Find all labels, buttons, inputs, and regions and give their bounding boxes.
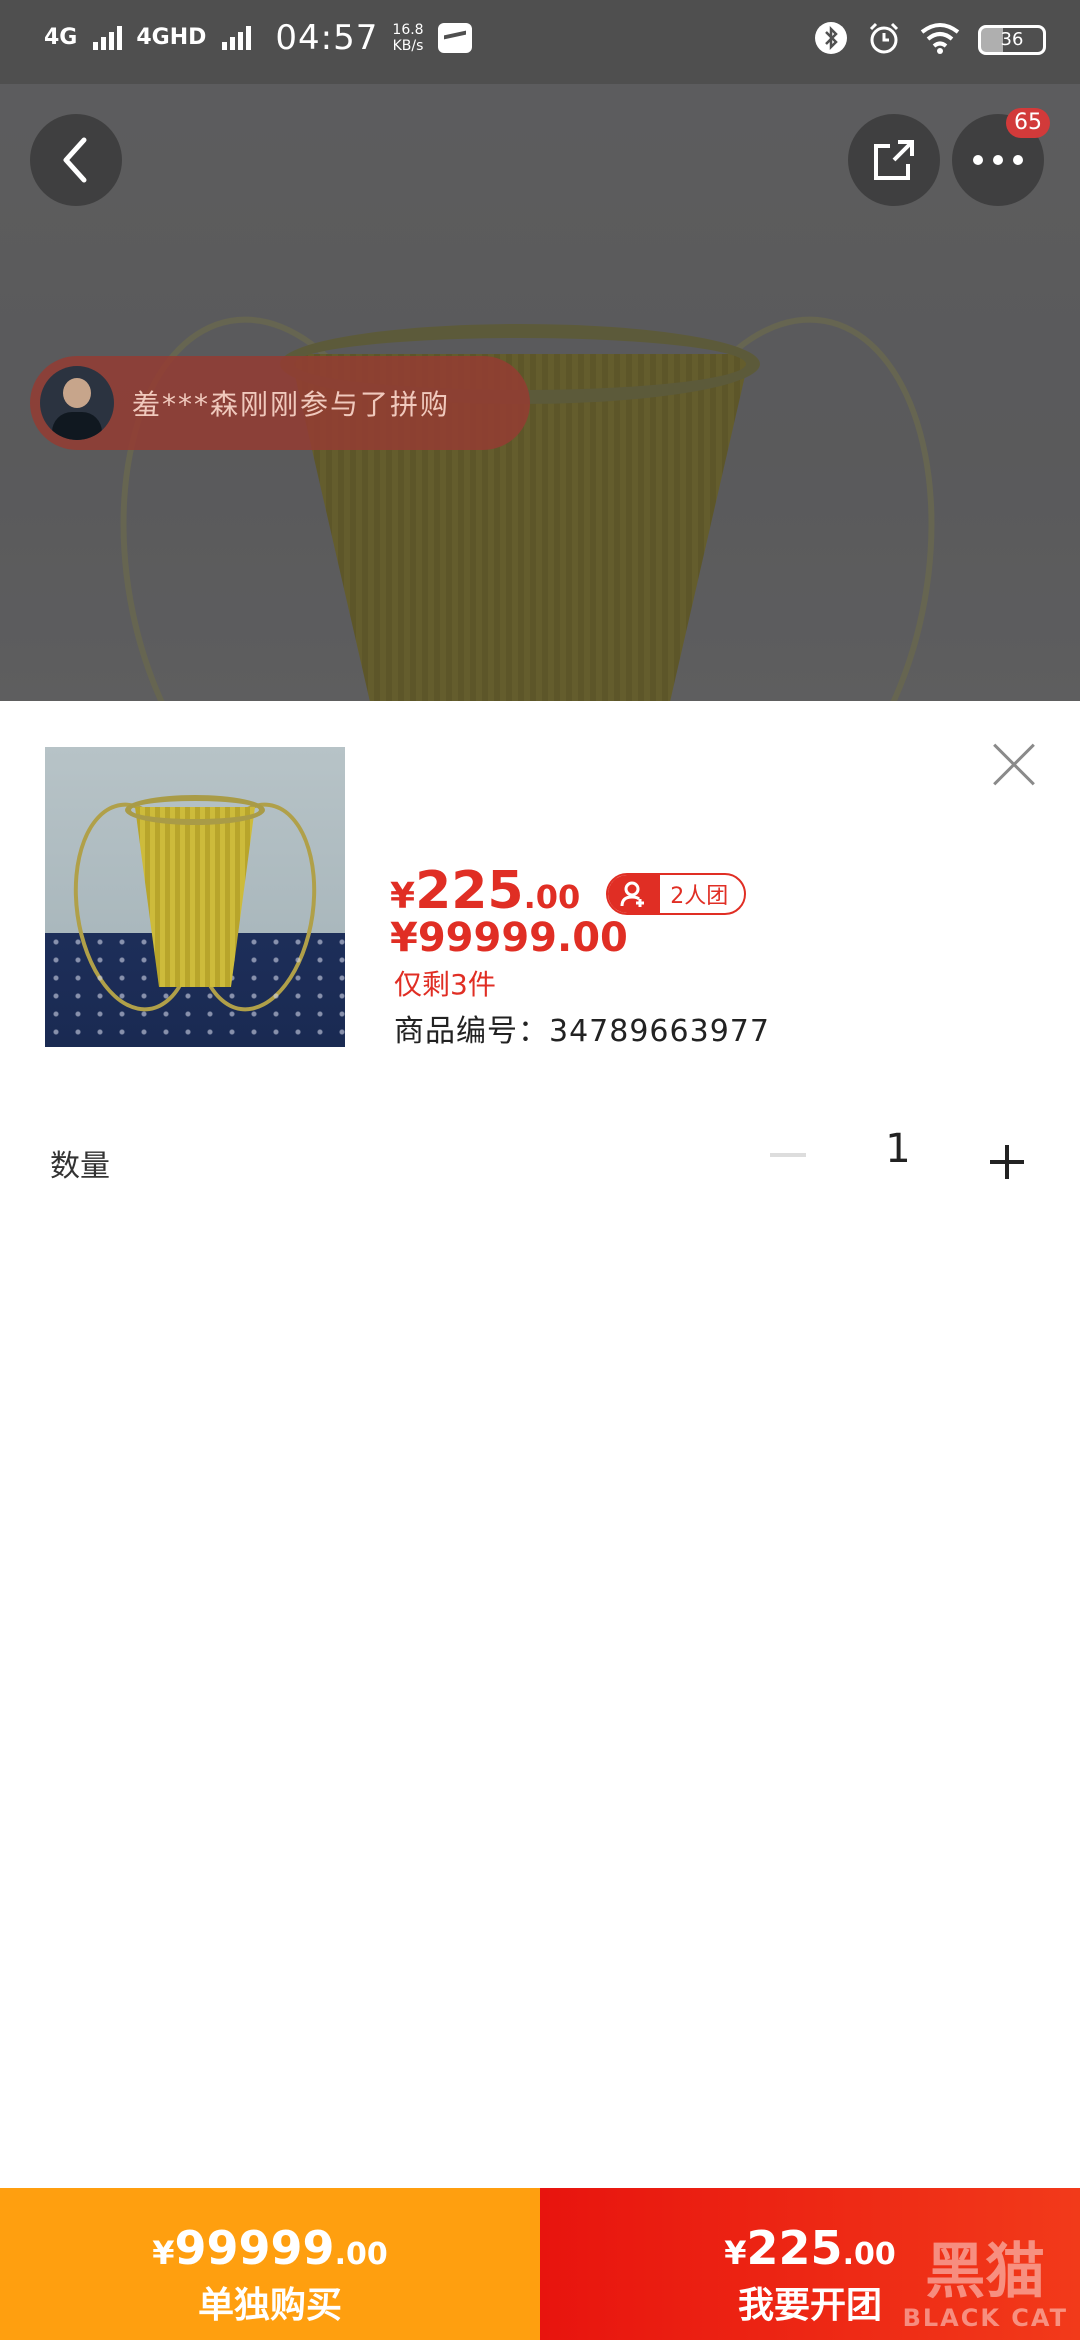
share-button[interactable] <box>848 114 940 206</box>
network-4g-label: 4G <box>44 25 78 50</box>
solo-price: ¥99999.00 <box>152 2221 388 2275</box>
battery-level: 36 <box>1000 29 1024 50</box>
purchase-bar: ¥99999.00 单独购买 ¥225.00 我要开团 黑猫 BLACK CAT <box>0 2188 1080 2340</box>
quantity-decrease-button[interactable] <box>770 1153 806 1157</box>
product-thumbnail <box>45 747 345 1047</box>
thumb-basket-rim <box>125 795 265 825</box>
battery-icon: 36 <box>978 25 1046 55</box>
quantity-increase-button[interactable] <box>990 1145 1024 1179</box>
group-join-notice: 羞***森刚刚参与了拼购 <box>30 356 530 450</box>
more-button[interactable]: 65 <box>952 108 1050 206</box>
sku-selector-sheet: ¥225.00 2人团 ¥99999.00 仅剩3件 商品编号：34789663… <box>0 701 1080 2188</box>
signal-icon-2 <box>222 26 252 50</box>
quantity-label: 数量 <box>50 1149 110 1184</box>
signal-icon <box>93 26 123 50</box>
watermark-cn: 黑猫 <box>925 2237 1046 2307</box>
network-speed: 16.8 KB/s <box>392 22 423 54</box>
close-icon[interactable] <box>990 741 1038 789</box>
buy-alone-button[interactable]: ¥99999.00 单独购买 <box>0 2188 540 2340</box>
watermark-en: BLACK CAT <box>902 2304 1068 2332</box>
stock-remaining: 仅剩3件 <box>394 968 496 1001</box>
buy-alone-label: 单独购买 <box>197 2285 342 2326</box>
avatar <box>40 366 114 440</box>
speed-value: 16.8 <box>392 22 424 38</box>
start-group-button[interactable]: ¥225.00 我要开团 黑猫 BLACK CAT <box>540 2188 1080 2340</box>
share-icon <box>874 140 914 180</box>
more-dots-icon <box>973 155 1023 165</box>
original-price: ¥99999.00 <box>390 915 628 961</box>
back-arrow-icon <box>63 137 87 183</box>
join-notice-text: 羞***森刚刚参与了拼购 <box>132 388 451 421</box>
bluetooth-icon <box>814 21 848 59</box>
product-hero-image: 65 羞***森刚刚参与了拼购 <box>0 84 1080 701</box>
network-4ghd-label: 4GHD <box>136 25 207 50</box>
group-size-tag: 2人团 <box>606 873 747 915</box>
alarm-icon <box>866 20 902 60</box>
add-user-icon <box>608 875 661 913</box>
status-bar: 4G 4GHD 04:57 16.8 KB/s 36 <box>0 0 1080 84</box>
gallery-icon <box>437 23 472 53</box>
back-button[interactable] <box>30 114 122 206</box>
product-sku: 商品编号：34789663977 <box>394 1014 770 1049</box>
watermark-logo: 黑猫 BLACK CAT <box>903 2240 1068 2332</box>
speed-unit: KB/s <box>392 38 424 54</box>
clock: 04:57 <box>275 18 379 58</box>
notification-badge: 65 <box>1006 108 1050 138</box>
wifi-icon <box>920 22 960 58</box>
quantity-value[interactable]: 1 <box>880 1126 916 1172</box>
group-size-label: 2人团 <box>670 884 729 909</box>
